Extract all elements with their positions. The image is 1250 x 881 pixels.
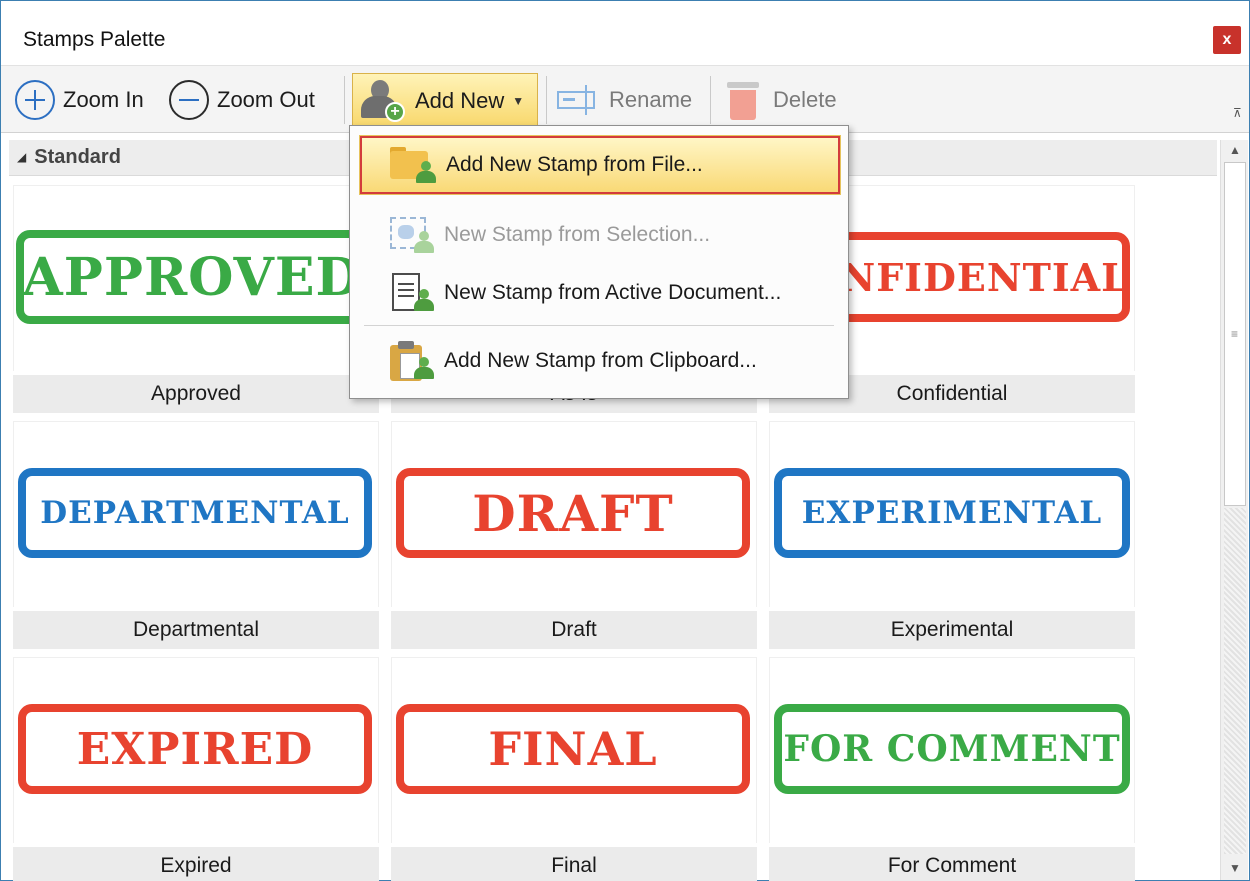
delete-label: Delete xyxy=(773,87,837,112)
menu-item-label: Add New Stamp from Clipboard... xyxy=(444,349,757,372)
trash-icon xyxy=(727,78,759,122)
zoom-out-button[interactable]: Zoom Out xyxy=(169,70,315,130)
zoom-in-label: Zoom In xyxy=(63,87,144,112)
stamp-preview: FOR COMMENT xyxy=(769,657,1135,843)
selection-icon xyxy=(388,213,438,257)
menu-item-from-active-document[interactable]: New Stamp from Active Document... xyxy=(360,264,840,322)
rename-label: Rename xyxy=(609,87,693,112)
rename-button[interactable]: Rename xyxy=(557,70,692,130)
stamp-tile-experimental[interactable]: EXPERIMENTAL Experimental xyxy=(769,421,1135,649)
stamp-tile-approved[interactable]: APPROVED Approved xyxy=(13,185,379,413)
menu-item-label: New Stamp from Selection... xyxy=(444,223,711,246)
scroll-up-icon[interactable]: ▲ xyxy=(1225,140,1245,160)
section-title: Standard xyxy=(34,146,121,168)
stamp-image: DEPARTMENTAL xyxy=(18,468,372,558)
menu-item-from-selection[interactable]: New Stamp from Selection... xyxy=(360,206,840,264)
toolbar-divider xyxy=(546,76,547,124)
stamp-tile-expired[interactable]: EXPIRED Expired xyxy=(13,657,379,881)
stamp-label: Expired xyxy=(13,847,379,881)
stamp-image: FINAL xyxy=(396,704,750,794)
stamp-preview: DEPARTMENTAL xyxy=(13,421,379,607)
collapse-triangle-icon[interactable]: ◢ xyxy=(17,150,26,164)
add-new-dropdown-menu: Add New Stamp from File... New Stamp fro… xyxy=(349,125,849,399)
menu-item-label: New Stamp from Active Document... xyxy=(444,281,782,304)
stamp-label: Approved xyxy=(13,375,379,413)
grip-icon: ≡ xyxy=(1231,327,1239,341)
stamp-image: APPROVED xyxy=(16,230,368,324)
stamp-label: For Comment xyxy=(769,847,1135,881)
menu-item-add-from-file[interactable]: Add New Stamp from File... xyxy=(359,135,841,195)
stamp-preview: EXPIRED xyxy=(13,657,379,843)
stamp-image: DRAFT xyxy=(396,468,750,558)
stamp-tile-final[interactable]: FINAL Final xyxy=(391,657,757,881)
stamp-preview: FINAL xyxy=(391,657,757,843)
stamp-tile-departmental[interactable]: DEPARTMENTAL Departmental xyxy=(13,421,379,649)
stamp-preview: EXPERIMENTAL xyxy=(769,421,1135,607)
dropdown-arrow-icon[interactable]: ▼ xyxy=(512,94,524,108)
stamp-label: Experimental xyxy=(769,611,1135,649)
zoom-in-icon xyxy=(15,80,55,120)
zoom-out-label: Zoom Out xyxy=(217,87,315,112)
menu-item-from-clipboard[interactable]: Add New Stamp from Clipboard... xyxy=(360,332,840,390)
stamp-image: EXPIRED xyxy=(18,704,372,794)
stamps-palette-window: Stamps Palette x Zoom In Zoom Out + Add … xyxy=(0,0,1250,881)
stamp-preview: APPROVED xyxy=(13,185,379,371)
stamp-image: EXPERIMENTAL xyxy=(774,468,1130,558)
stamp-label: Draft xyxy=(391,611,757,649)
stamp-tile-draft[interactable]: DRAFT Draft xyxy=(391,421,757,649)
add-user-icon: + xyxy=(357,78,409,124)
add-new-label: Add New xyxy=(415,88,505,113)
folder-icon xyxy=(390,143,440,187)
add-new-button[interactable]: + Add New ▼ xyxy=(352,73,538,129)
toolbar: Zoom In Zoom Out + Add New ▼ Rename Dele… xyxy=(1,65,1249,133)
toolbar-divider xyxy=(344,76,345,124)
zoom-out-icon xyxy=(169,80,209,120)
scrollbar-track[interactable] xyxy=(1224,508,1246,854)
close-button[interactable]: x xyxy=(1213,26,1241,54)
zoom-in-button[interactable]: Zoom In xyxy=(15,70,144,130)
stamp-label: Final xyxy=(391,847,757,881)
clipboard-icon xyxy=(388,339,438,383)
menu-divider xyxy=(364,325,834,326)
stamp-label: Departmental xyxy=(13,611,379,649)
delete-button[interactable]: Delete xyxy=(727,70,837,130)
collapse-toolbar-icon[interactable]: ⊼ xyxy=(1233,106,1242,120)
stamp-tile-for-comment[interactable]: FOR COMMENT For Comment xyxy=(769,657,1135,881)
scroll-down-icon[interactable]: ▼ xyxy=(1225,858,1245,878)
vertical-scrollbar[interactable]: ▲ ≡ ▼ xyxy=(1220,140,1248,880)
document-icon xyxy=(388,271,438,315)
title-bar: Stamps Palette x xyxy=(1,1,1249,63)
stamp-preview: DRAFT xyxy=(391,421,757,607)
stamp-image: FOR COMMENT xyxy=(774,704,1130,794)
scrollbar-thumb[interactable]: ≡ xyxy=(1224,162,1246,506)
rename-icon xyxy=(557,85,601,115)
toolbar-divider xyxy=(710,76,711,124)
menu-item-label: Add New Stamp from File... xyxy=(446,153,703,176)
window-title: Stamps Palette xyxy=(23,28,166,51)
